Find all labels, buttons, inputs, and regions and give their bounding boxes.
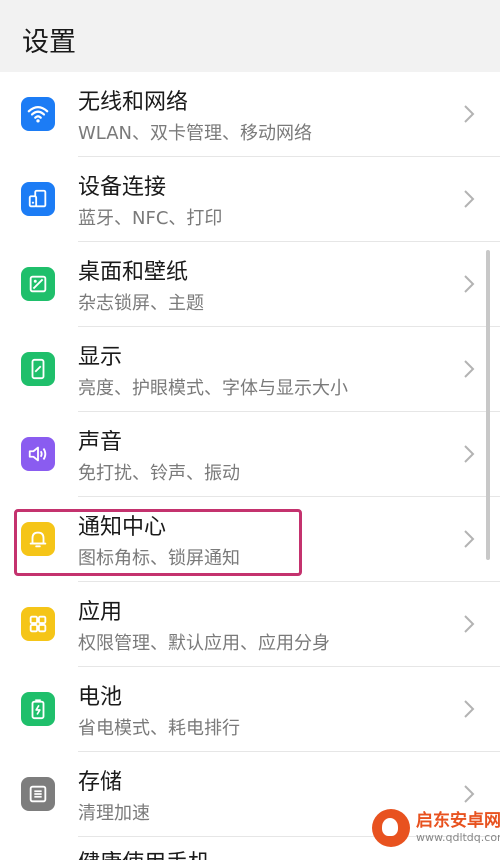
page-title: 设置: [22, 27, 76, 58]
settings-item-battery[interactable]: 电池 省电模式、耗电排行: [0, 667, 500, 752]
settings-item-wireless-network[interactable]: 无线和网络 WLAN、双卡管理、移动网络: [0, 72, 500, 157]
scrollbar[interactable]: [486, 250, 490, 560]
item-title: 桌面和壁纸: [78, 260, 189, 285]
item-title: 声音: [78, 430, 123, 455]
watermark: 启东安卓网 www.qdltdq.com: [372, 800, 500, 856]
item-title: 应用: [78, 600, 123, 625]
item-title: 显示: [78, 345, 123, 370]
header: 设置: [0, 0, 500, 72]
chevron-right-icon: [464, 190, 475, 208]
item-subtitle: 亮度、护眼模式、字体与显示大小: [78, 378, 348, 399]
item-subtitle: 省电模式、耗电排行: [78, 718, 240, 739]
item-subtitle: 蓝牙、NFC、打印: [78, 208, 223, 229]
settings-item-display[interactable]: 显示 亮度、护眼模式、字体与显示大小: [0, 327, 500, 412]
chevron-right-icon: [464, 445, 475, 463]
chevron-right-icon: [464, 615, 475, 633]
wifi-icon: [21, 97, 55, 131]
device-connect-icon: [21, 182, 55, 216]
chevron-right-icon: [464, 275, 475, 293]
chevron-right-icon: [464, 105, 475, 123]
item-subtitle: 权限管理、默认应用、应用分身: [78, 633, 330, 654]
settings-item-sound[interactable]: 声音 免打扰、铃声、振动: [0, 412, 500, 497]
highlight-box: [14, 509, 302, 576]
apps-icon: [21, 607, 55, 641]
item-subtitle: 杂志锁屏、主题: [78, 293, 204, 314]
watermark-url: www.qdltdq.com: [416, 831, 500, 844]
settings-item-apps[interactable]: 应用 权限管理、默认应用、应用分身: [0, 582, 500, 667]
chevron-right-icon: [464, 530, 475, 548]
item-title: 电池: [78, 685, 123, 710]
chevron-right-icon: [464, 700, 475, 718]
sound-icon: [21, 437, 55, 471]
item-subtitle: 免打扰、铃声、振动: [78, 463, 240, 484]
wallpaper-icon: [21, 267, 55, 301]
item-title: 存储: [78, 770, 123, 795]
settings-item-digital-balance-title[interactable]: 健康使用手机: [78, 845, 210, 860]
settings-list[interactable]: 无线和网络 WLAN、双卡管理、移动网络 设备连接 蓝牙、NFC、打印 桌面和壁…: [0, 72, 500, 860]
item-subtitle: WLAN、双卡管理、移动网络: [78, 123, 313, 144]
settings-item-home-wallpaper[interactable]: 桌面和壁纸 杂志锁屏、主题: [0, 242, 500, 327]
battery-icon: [21, 692, 55, 726]
storage-icon: [21, 777, 55, 811]
display-icon: [21, 352, 55, 386]
watermark-logo-icon: [372, 809, 410, 847]
item-title: 无线和网络: [78, 90, 189, 115]
chevron-right-icon: [464, 360, 475, 378]
watermark-name: 启东安卓网: [416, 811, 500, 831]
item-subtitle: 清理加速: [78, 803, 150, 824]
settings-item-device-connection[interactable]: 设备连接 蓝牙、NFC、打印: [0, 157, 500, 242]
item-title: 设备连接: [78, 175, 167, 200]
